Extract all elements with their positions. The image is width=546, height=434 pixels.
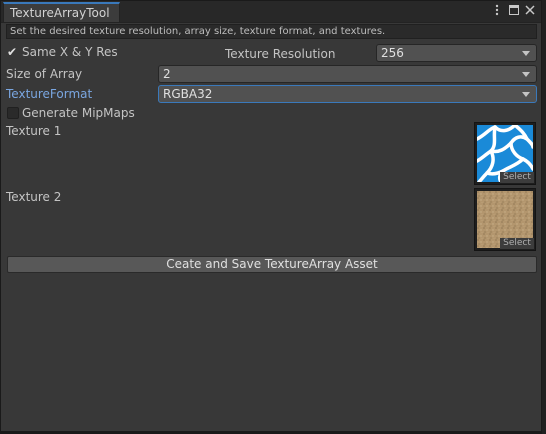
texture-format-value: RGBA32 bbox=[163, 87, 213, 101]
texture-format-dropdown[interactable]: RGBA32 bbox=[158, 85, 537, 103]
tab-title: TextureArrayTool bbox=[10, 6, 110, 20]
chevron-down-icon bbox=[522, 51, 530, 56]
help-text: Set the desired texture resolution, arra… bbox=[10, 26, 386, 37]
maximize-icon[interactable] bbox=[507, 3, 521, 17]
texture-resolution-value: 256 bbox=[381, 46, 404, 60]
same-res-checkbox[interactable]: ✔ bbox=[6, 46, 18, 58]
chevron-down-icon bbox=[522, 92, 530, 97]
texture-1-label: Texture 1 bbox=[6, 124, 62, 138]
texture-2-label: Texture 2 bbox=[6, 190, 62, 204]
chevron-down-icon bbox=[522, 72, 530, 77]
mipmaps-label: Generate MipMaps bbox=[22, 106, 135, 120]
texture-1-field[interactable]: Select bbox=[474, 122, 536, 185]
mipmaps-checkbox[interactable] bbox=[7, 107, 19, 119]
texture-array-tool-window: TextureArrayTool Set the desired texture… bbox=[0, 0, 542, 432]
array-size-label: Size of Array bbox=[6, 67, 83, 81]
array-size-value: 2 bbox=[163, 67, 171, 81]
tab-texture-array-tool[interactable]: TextureArrayTool bbox=[3, 2, 120, 22]
texture-2-field[interactable]: Select bbox=[474, 188, 536, 251]
background-edge bbox=[542, 0, 546, 434]
texture-resolution-label: Texture Resolution bbox=[225, 47, 336, 61]
help-box: Set the desired texture resolution, arra… bbox=[6, 24, 537, 39]
texture-format-label: TextureFormat bbox=[6, 87, 93, 101]
texture-1-select-button[interactable]: Select bbox=[500, 172, 534, 183]
create-and-save-button[interactable]: Ceate and Save TextureArray Asset bbox=[7, 256, 537, 273]
tab-bar: TextureArrayTool bbox=[1, 1, 541, 23]
kebab-menu-icon[interactable] bbox=[490, 3, 504, 17]
same-res-label: Same X & Y Res bbox=[22, 45, 118, 59]
close-icon[interactable] bbox=[523, 3, 537, 17]
array-size-dropdown[interactable]: 2 bbox=[158, 65, 537, 83]
texture-resolution-dropdown[interactable]: 256 bbox=[376, 44, 537, 62]
texture-2-select-button[interactable]: Select bbox=[500, 238, 534, 249]
